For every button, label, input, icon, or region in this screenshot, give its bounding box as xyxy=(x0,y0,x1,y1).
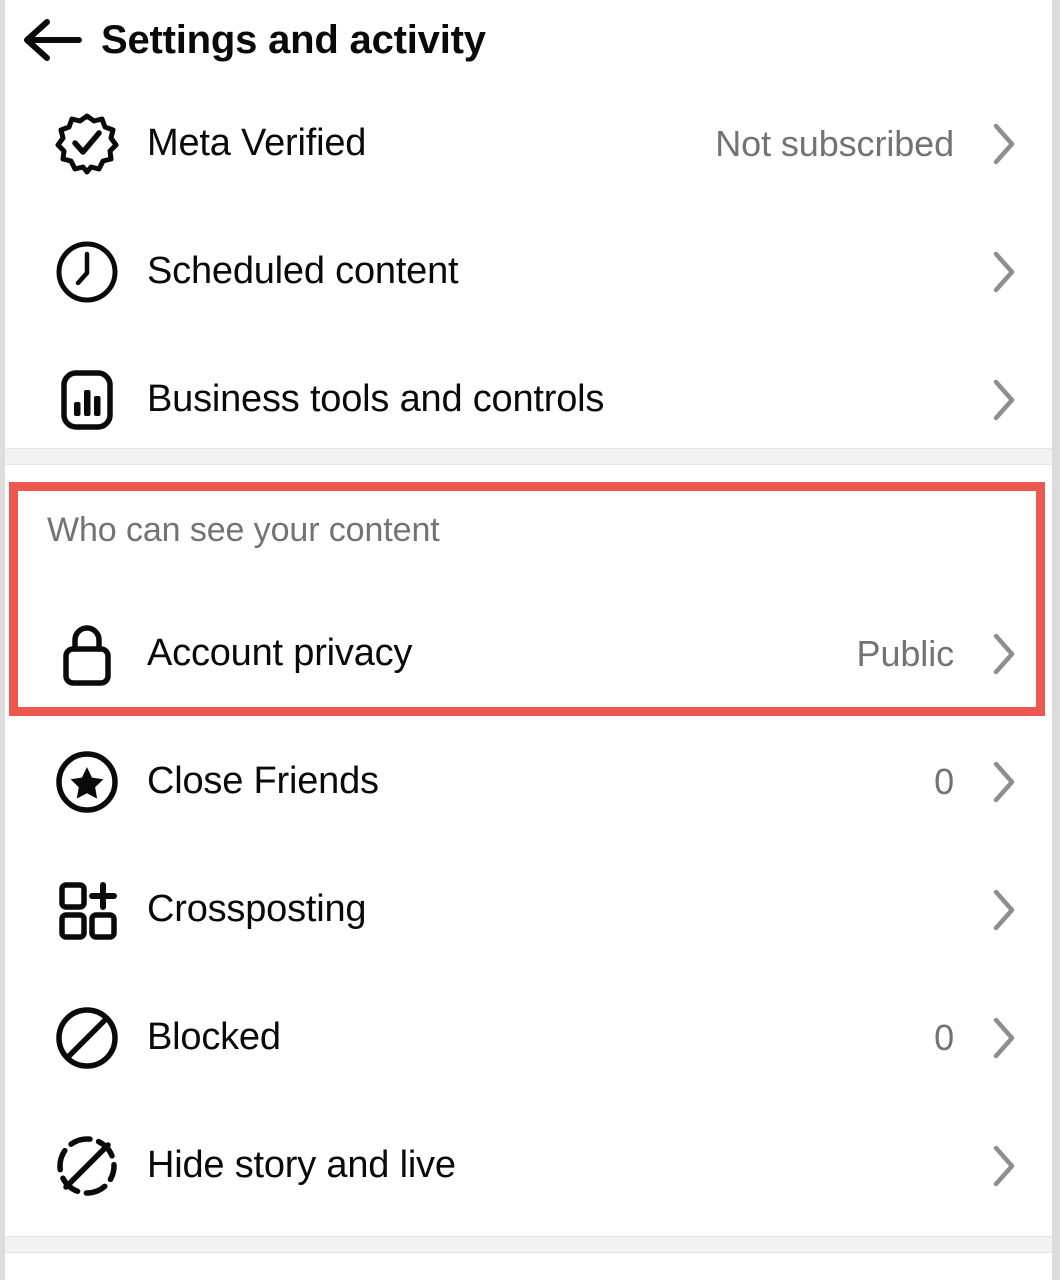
business-bar-chart-icon xyxy=(37,367,137,433)
row-value: 0 xyxy=(934,1017,954,1058)
section-divider xyxy=(5,448,1052,465)
lock-icon xyxy=(37,621,137,687)
section-header-label: Who can see your content xyxy=(47,510,440,549)
row-label: Business tools and controls xyxy=(147,378,605,421)
chevron-right-icon xyxy=(976,1016,1032,1060)
row-account-privacy[interactable]: Account privacy Public xyxy=(5,590,1052,718)
screen-header: Settings and activity xyxy=(5,0,1052,80)
crossposting-grid-plus-icon xyxy=(37,877,137,943)
row-meta-verified[interactable]: Meta Verified Not subscribed xyxy=(5,80,1052,208)
row-value: Public xyxy=(856,633,955,674)
row-label: Close Friends xyxy=(147,760,379,803)
row-label: Hide story and live xyxy=(147,1144,456,1187)
row-label: Scheduled content xyxy=(147,250,459,293)
row-label: Blocked xyxy=(147,1016,281,1059)
chevron-right-icon xyxy=(976,760,1032,804)
blocked-icon xyxy=(37,1005,137,1071)
row-business-tools-and-controls[interactable]: Business tools and controls xyxy=(5,336,1052,464)
section-header-who-can-see-your-content: Who can see your content xyxy=(5,490,1052,570)
row-value: Not subscribed xyxy=(715,123,954,164)
clock-icon xyxy=(37,239,137,305)
row-value: 0 xyxy=(934,761,954,802)
page-title: Settings and activity xyxy=(101,18,486,62)
chevron-right-icon xyxy=(976,378,1032,422)
chevron-right-icon xyxy=(976,1144,1032,1188)
arrow-left-icon xyxy=(21,17,85,63)
chevron-right-icon xyxy=(976,888,1032,932)
meta-verified-badge-icon xyxy=(37,111,137,177)
chevron-right-icon xyxy=(976,250,1032,294)
chevron-right-icon xyxy=(976,632,1032,676)
row-label: Meta Verified xyxy=(147,122,367,165)
row-close-friends[interactable]: Close Friends 0 xyxy=(5,718,1052,846)
hide-story-icon xyxy=(37,1133,137,1199)
row-label: Account privacy xyxy=(147,632,413,675)
row-blocked[interactable]: Blocked 0 xyxy=(5,974,1052,1102)
bottom-section-divider xyxy=(5,1236,1052,1253)
page-right-edge xyxy=(1052,0,1060,1280)
row-scheduled-content[interactable]: Scheduled content xyxy=(5,208,1052,336)
chevron-right-icon xyxy=(976,122,1032,166)
row-label: Crossposting xyxy=(147,888,367,931)
back-button[interactable] xyxy=(5,0,101,80)
close-friends-star-icon xyxy=(37,749,137,815)
settings-and-activity-screen: Settings and activity Meta Verified Not … xyxy=(0,0,1060,1280)
row-hide-story-and-live[interactable]: Hide story and live xyxy=(5,1102,1052,1230)
row-crossposting[interactable]: Crossposting xyxy=(5,846,1052,974)
